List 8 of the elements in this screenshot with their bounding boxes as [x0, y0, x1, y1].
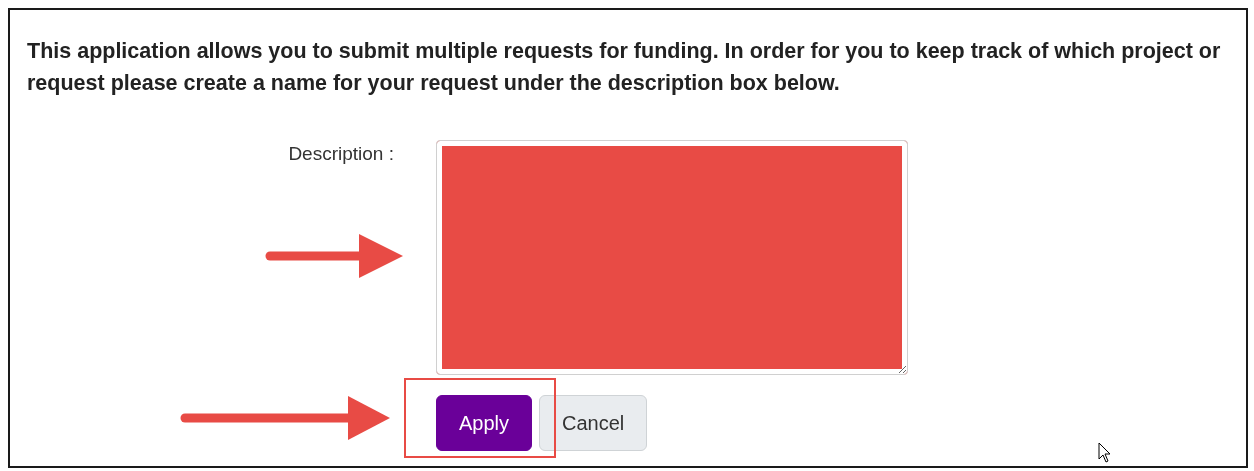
description-field[interactable] [436, 140, 908, 375]
arrow-icon [180, 394, 392, 442]
intro-text: This application allows you to submit multiple requests for funding. In order for you to keep track of which project or request please create a name for your request under the description box below. [27, 38, 1222, 97]
apply-button[interactable]: Apply [436, 395, 533, 451]
cancel-button[interactable]: Cancel [539, 395, 648, 451]
cursor-icon [1098, 442, 1112, 464]
arrow-icon [265, 232, 405, 280]
field-label: Description : [288, 142, 394, 165]
